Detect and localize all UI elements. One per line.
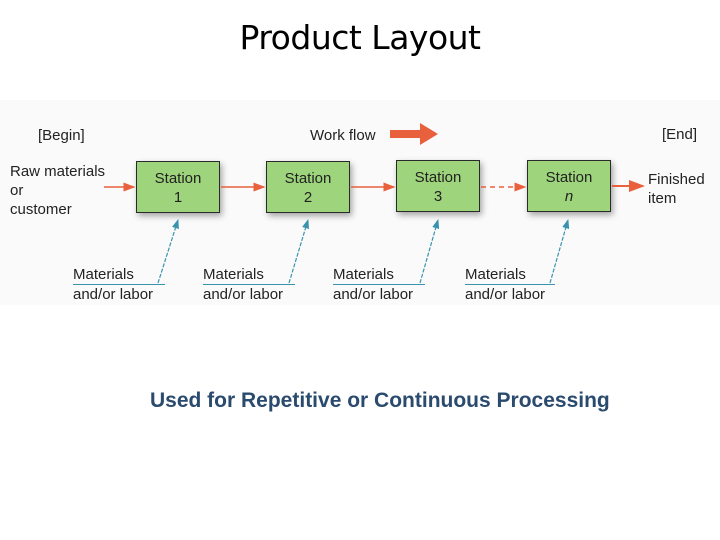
materials-labor-3: Materials and/or labor: [333, 265, 425, 304]
station-n-number: n: [564, 188, 574, 205]
station-2-label: Station: [284, 170, 332, 187]
finished-item-line2: item: [648, 190, 677, 207]
station-3: Station 3: [396, 160, 480, 212]
materials-labor-2-line1: Materials: [203, 265, 295, 285]
materials-labor-n-line1: Materials: [465, 265, 555, 285]
materials-labor-2: Materials and/or labor: [203, 265, 295, 304]
page-title: Product Layout: [239, 18, 481, 57]
raw-materials-line3: customer: [10, 201, 72, 218]
materials-labor-n-line2: and/or labor: [465, 286, 546, 303]
station-2: Station 2: [266, 161, 350, 213]
finished-item-label: Finished item: [648, 170, 705, 208]
materials-labor-1-line1: Materials: [73, 265, 165, 285]
begin-label: [Begin]: [38, 127, 85, 144]
finished-item-line1: Finished: [648, 171, 705, 188]
station-1: Station 1: [136, 161, 220, 213]
station-1-label: Station: [154, 170, 202, 187]
subtitle: Used for Repetitive or Continuous Proces…: [150, 389, 610, 412]
raw-materials-line1: Raw materials: [10, 163, 106, 180]
materials-labor-3-line1: Materials: [333, 265, 425, 285]
station-1-number: 1: [173, 189, 183, 206]
raw-materials-label: Raw materials or customer: [10, 162, 105, 219]
materials-labor-3-line2: and/or labor: [333, 286, 414, 303]
materials-labor-1: Materials and/or labor: [73, 265, 165, 304]
station-3-label: Station: [414, 169, 462, 186]
workflow-label: Work flow: [310, 127, 376, 144]
materials-labor-2-line2: and/or labor: [203, 286, 284, 303]
end-label: [End]: [662, 126, 698, 143]
raw-materials-line2: or: [10, 182, 24, 199]
materials-labor-1-line2: and/or labor: [73, 286, 154, 303]
station-2-number: 2: [303, 189, 313, 206]
station-3-number: 3: [433, 188, 443, 205]
station-n-label: Station: [545, 169, 593, 186]
materials-labor-n: Materials and/or labor: [465, 265, 555, 304]
station-n: Station n: [527, 160, 611, 212]
